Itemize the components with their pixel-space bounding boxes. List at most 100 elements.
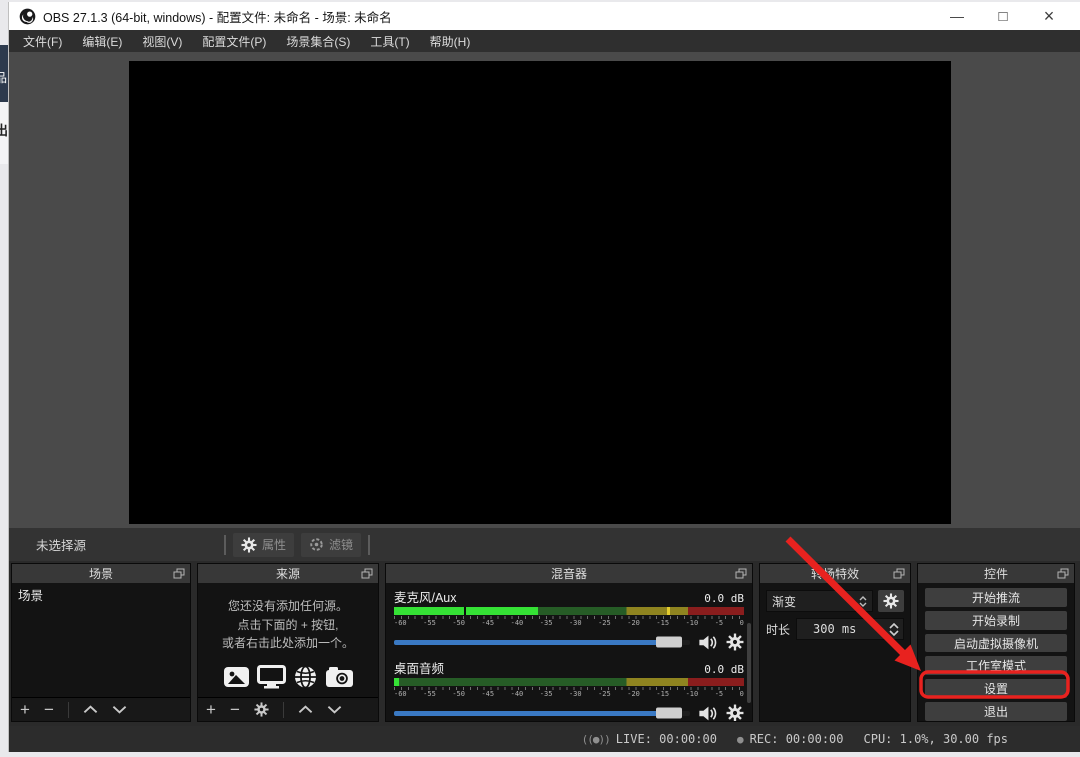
volume-slider-handle[interactable] [656,636,683,648]
start-virtual-camera-button[interactable]: 启动虚拟摄像机 [925,633,1067,653]
popout-icon [893,568,905,579]
chevron-down-icon [327,705,342,714]
preview-area [9,52,1080,528]
minimize-button[interactable]: — [934,3,980,29]
chevron-up-icon [298,705,313,714]
toolbar-separator [368,534,371,555]
sources-panel-title: 来源 [275,567,300,581]
remove-scene-button[interactable]: − [44,701,54,718]
menu-help[interactable]: 帮助(H) [420,30,481,52]
transitions-panel-header: 转场特效 [760,564,910,583]
menu-view[interactable]: 视图(V) [132,30,192,52]
record-dot-icon: ● [736,732,744,746]
meter-scale-label: -55 [423,619,436,627]
close-button[interactable]: × [1026,3,1072,29]
add-source-button[interactable]: + [206,701,216,718]
obs-window: OBS 27.1.3 (64-bit, windows) - 配置文件: 未命名… [8,2,1080,752]
sources-panel: 来源 您还没有添加任何源。 点击下面的 + 按钮, 或者右击此处添加一个。 + … [197,563,379,722]
channel-name: 麦克风/Aux [394,591,457,605]
chevron-down-icon [889,629,899,636]
remove-source-button[interactable]: − [230,701,240,718]
controls-body: 开始推流 开始录制 启动虚拟摄像机 工作室模式 设置 退出 [918,583,1074,721]
meter-scale-label: -55 [423,690,436,698]
controls-panel: 控件 开始推流 开始录制 启动虚拟摄像机 工作室模式 设置 退出 [917,563,1075,722]
toolbar-divider [282,701,284,718]
popout-icon [361,568,373,579]
settings-button[interactable]: 设置 [925,679,1067,699]
meter-scale: -60 -55 -50 -45 -40 -35 -30 -25 -20 -15 -10 -5 0 [394,690,744,698]
meter-scale-label: -40 [510,690,524,698]
mixer-panel-header: 混音器 [386,564,752,583]
move-scene-up-button[interactable] [83,705,98,714]
start-recording-button[interactable]: 开始录制 [925,610,1067,630]
mixer-scrollbar[interactable] [747,623,751,703]
meter-scale-label: -15 [656,619,670,627]
properties-button[interactable]: 属性 [233,532,295,557]
volume-meter [394,678,744,686]
transition-select[interactable]: 渐变 [766,590,873,612]
mixer-panel-title: 混音器 [550,567,587,581]
volume-meter [394,607,744,615]
speaker-icon[interactable] [698,634,718,651]
select-spinner[interactable] [859,595,867,607]
chevron-up-icon [859,595,867,600]
duration-spinner[interactable] [889,622,899,636]
volume-slider[interactable] [394,636,690,648]
meter-scale-label: -30 [568,690,582,698]
gear-icon [883,593,899,609]
gear-icon[interactable] [726,704,744,721]
meter-scale-label: -45 [481,619,495,627]
transition-properties-button[interactable] [878,590,904,612]
popout-icon [1057,568,1069,579]
add-scene-button[interactable]: + [20,701,30,718]
menubar: 文件(F) 编辑(E) 视图(V) 配置文件(P) 场景集合(S) 工具(T) … [9,30,1080,52]
video-preview-canvas[interactable] [129,61,951,524]
menu-tools[interactable]: 工具(T) [360,30,419,52]
maximize-button[interactable]: □ [980,3,1026,29]
menu-scene-collection[interactable]: 场景集合(S) [276,30,360,52]
menu-profile[interactable]: 配置文件(P) [192,30,276,52]
gear-icon[interactable] [726,633,744,651]
scenes-list: 场景 [12,583,190,697]
filters-button[interactable]: 滤镜 [301,532,362,557]
meter-peak-indicator [667,607,670,615]
dock-area: 场景 场景 + − 来源 您还没有添加任何源。 点击下面的 + 按钮, 或者右击… [9,561,1080,726]
source-properties-button[interactable] [254,702,269,717]
display-source-icon [256,664,286,689]
menu-file[interactable]: 文件(F) [13,30,72,52]
duration-input[interactable]: 300 ms [796,618,904,640]
source-toolbar: 未选择源 属性 滤镜 [9,528,1080,561]
move-scene-down-button[interactable] [112,705,127,714]
scenes-panel: 场景 场景 + − [11,563,191,722]
no-source-selected-label: 未选择源 [36,539,87,553]
meter-scale-label: -20 [627,690,640,698]
transitions-body: 渐变 时长 300 ms [760,583,910,721]
meter-scale-label: -60 [394,619,407,627]
window-title: OBS 27.1.3 (64-bit, windows) - 配置文件: 未命名… [43,10,392,25]
start-streaming-button[interactable]: 开始推流 [925,588,1067,607]
sources-empty-line: 点击下面的 + 按钮, [237,617,339,632]
speaker-icon[interactable] [698,705,718,722]
studio-mode-button[interactable]: 工作室模式 [925,656,1067,676]
meter-scale-label: -5 [714,690,724,698]
obs-logo-icon [19,8,36,24]
menu-edit[interactable]: 编辑(E) [72,30,132,52]
scenes-panel-title: 场景 [88,567,113,581]
chevron-up-icon [889,622,899,629]
mixer-channel-desktop: 桌面音频 0.0 dB -60 -55 -50 -45 -40 -35 -30 -25 -20-… [394,658,744,721]
volume-slider-handle[interactable] [656,707,683,719]
mixer-body: 麦克风/Aux 0.0 dB -60 -55 -50 -45 -40 -35 -30 -25-… [386,583,752,721]
meter-scale-label: -15 [656,690,670,698]
volume-slider[interactable] [394,707,690,719]
exit-button[interactable]: 退出 [925,702,1067,721]
sources-empty-area[interactable]: 您还没有添加任何源。 点击下面的 + 按钮, 或者右击此处添加一个。 [198,583,378,697]
meter-scale-label: -10 [685,619,699,627]
sources-toolbar: + − [198,697,378,721]
channel-db-value: 0.0 dB [704,663,744,676]
meter-scale-label: -25 [598,690,611,698]
move-source-down-button[interactable] [327,705,342,714]
move-source-up-button[interactable] [298,705,313,714]
meter-scale-label: -25 [598,619,611,627]
titlebar: OBS 27.1.3 (64-bit, windows) - 配置文件: 未命名… [9,2,1080,30]
scene-list-item[interactable]: 场景 [12,583,190,606]
